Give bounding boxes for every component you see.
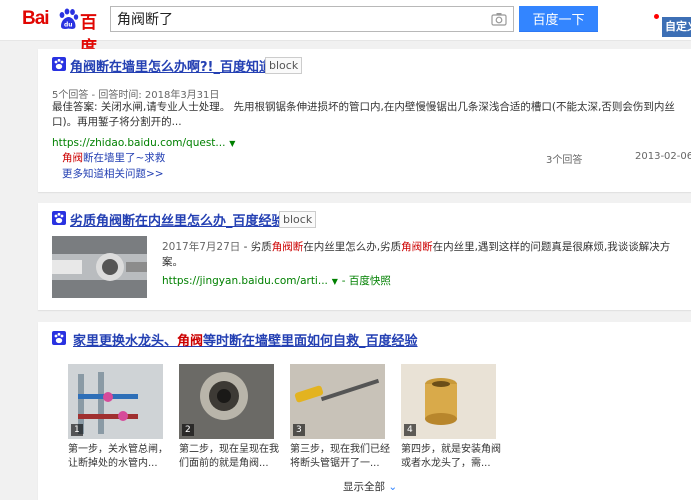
block-button[interactable]: block bbox=[279, 211, 317, 228]
svg-text:du: du bbox=[64, 22, 73, 29]
top-bar: Bai du 百度 百度一下 自定义 bbox=[0, 0, 691, 58]
step-number: 1 bbox=[71, 424, 83, 436]
more-questions-link[interactable]: 更多知道相关问题>> bbox=[62, 166, 164, 181]
related-answer-count: 3个回答 bbox=[546, 155, 583, 166]
result-card-zhidao: 角阀断在墙里怎么办啊?!_百度知道 block 5个回答 - 回答时间: 201… bbox=[38, 49, 691, 192]
notification-dot bbox=[654, 14, 659, 19]
baidu-paw-icon bbox=[52, 57, 66, 71]
show-all-button[interactable]: 显示全部 ⌄ bbox=[343, 479, 397, 494]
baidu-paw-icon bbox=[52, 211, 66, 225]
baidu-logo[interactable]: Bai du 百度 bbox=[22, 6, 104, 58]
result-title-link[interactable]: 劣质角阀断在内丝里怎么办_百度经验 bbox=[70, 210, 285, 229]
step-caption: 第四步，就是安装角阀或者水龙头了，需... bbox=[401, 444, 501, 469]
snapshot-link[interactable]: 百度快照 bbox=[349, 275, 391, 287]
step-number: 4 bbox=[404, 424, 416, 436]
result-title-link[interactable]: 角阀断在墙里怎么办啊?!_百度知道 bbox=[70, 56, 272, 75]
search-button[interactable]: 百度一下 bbox=[519, 6, 598, 32]
result-card-gallery: 家里更换水龙头、角阀等时断在墙壁里面如何自救_百度经验 1 第一步，关水管总闸，… bbox=[38, 322, 691, 500]
related-date: 2013-02-06 bbox=[635, 151, 691, 162]
search-input[interactable] bbox=[117, 10, 477, 28]
search-box bbox=[110, 6, 514, 32]
step-number: 3 bbox=[293, 424, 305, 436]
step-caption: 第二步，现在呈现在我们面前的就是角阀... bbox=[179, 444, 279, 469]
dropdown-arrow-icon[interactable]: ▼ bbox=[332, 277, 338, 286]
step-image[interactable]: 2 bbox=[179, 364, 274, 439]
baidu-paw-icon bbox=[52, 331, 66, 345]
logo-bai-text: Bai bbox=[22, 8, 50, 29]
result-url[interactable]: https://jingyan.baidu.com/arti... bbox=[162, 275, 328, 287]
baidu-paw-icon: du bbox=[59, 8, 79, 29]
customize-button[interactable]: 自定义 bbox=[662, 17, 691, 37]
result-url[interactable]: https://zhidao.baidu.com/quest... bbox=[52, 137, 225, 149]
related-question-link[interactable]: 角阀断在墙里了~求救 bbox=[62, 150, 165, 165]
result-snippet: 2017年7月27日 - 劣质角阀断在内丝里怎么办,劣质角阀断在内丝里,遇到这样… bbox=[162, 241, 671, 268]
result-thumbnail[interactable] bbox=[52, 236, 147, 298]
result-url-row: https://jingyan.baidu.com/arti... ▼ - 百度… bbox=[162, 275, 391, 287]
gallery-step[interactable]: 2 第二步，现在呈现在我们面前的就是角阀... bbox=[179, 364, 279, 471]
step-caption: 第一步，关水管总闸，让断掉处的水管内... bbox=[68, 444, 168, 469]
gallery-step[interactable]: 3 第三步，现在我们已经将断头管锯开了一... bbox=[290, 364, 390, 471]
result-card-jingyan: 劣质角阀断在内丝里怎么办_百度经验 block 2017年7月27日 - 劣质角… bbox=[38, 203, 691, 310]
result-url-row: https://zhidao.baidu.com/quest... ▼ bbox=[52, 135, 235, 149]
step-number: 2 bbox=[182, 424, 194, 436]
camera-icon[interactable] bbox=[491, 11, 507, 27]
step-image[interactable]: 1 bbox=[68, 364, 163, 439]
step-image[interactable]: 3 bbox=[290, 364, 385, 439]
step-image[interactable]: 4 bbox=[401, 364, 496, 439]
gallery-step[interactable]: 1 第一步，关水管总闸，让断掉处的水管内... bbox=[68, 364, 168, 471]
dropdown-arrow-icon[interactable]: ▼ bbox=[229, 139, 235, 148]
step-caption: 第三步，现在我们已经将断头管锯开了一... bbox=[290, 444, 390, 469]
block-button[interactable]: block bbox=[265, 57, 303, 74]
chevron-down-icon: ⌄ bbox=[388, 481, 398, 493]
result-title-link[interactable]: 家里更换水龙头、角阀等时断在墙壁里面如何自救_百度经验 bbox=[73, 330, 418, 349]
gallery-step[interactable]: 4 第四步，就是安装角阀或者水龙头了，需... bbox=[401, 364, 501, 471]
answer-meta: 5个回答 - 回答时间: 2018年3月31日 bbox=[52, 90, 220, 101]
best-answer-text: 最佳答案: 关闭水闸,请专业人士处理。 先用根钢锯条伸进损坏的管口内,在内壁慢慢… bbox=[52, 101, 675, 128]
